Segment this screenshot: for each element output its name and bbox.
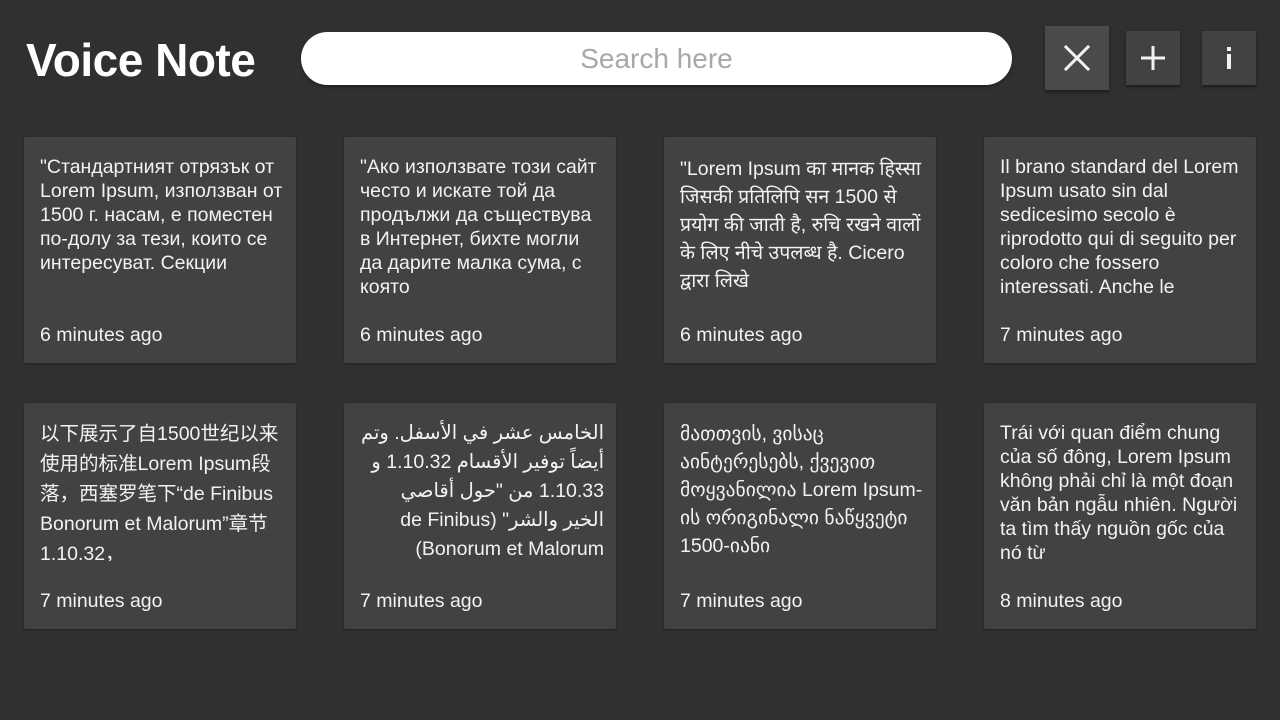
note-text: "Стандартният отрязък от Lorem Ipsum, из… (40, 156, 283, 274)
note-card[interactable]: "Стандартният отрязък от Lorem Ipsum, из… (24, 137, 296, 363)
note-card[interactable]: 以下展示了自1500世纪以来使用的标准Lorem Ipsum段落，西塞罗笔下“d… (24, 403, 296, 629)
note-card[interactable]: الخامس عشر في الأسفل. وتم أيضاً توفير ال… (344, 403, 616, 629)
close-button[interactable] (1045, 26, 1109, 90)
info-icon (1227, 47, 1231, 69)
note-card[interactable]: "Lorem Ipsum का मानक हिस्सा जिसकी प्रतिल… (664, 137, 936, 363)
note-text: "Ако използвате този сайт често и искате… (360, 156, 597, 297)
note-card[interactable]: მათთვის, ვისაც აინტერესებს, ქვევით მოყვა… (664, 403, 936, 629)
search-input[interactable] (301, 32, 1012, 85)
note-card[interactable]: "Ако използвате този сайт често и искате… (344, 137, 616, 363)
app-title: Voice Note (26, 34, 256, 86)
note-timestamp: 8 minutes ago (1000, 590, 1123, 612)
info-button[interactable] (1202, 31, 1256, 85)
note-timestamp: 7 minutes ago (1000, 324, 1123, 346)
note-timestamp: 7 minutes ago (680, 590, 803, 612)
note-text: الخامس عشر في الأسفل. وتم أيضاً توفير ال… (361, 422, 604, 560)
note-text: მათთვის, ვისაც აინტერესებს, ქვევით მოყვა… (680, 423, 923, 557)
note-card[interactable]: Trái với quan điểm chung của số đông, Lo… (984, 403, 1256, 629)
close-icon (1064, 45, 1090, 71)
note-timestamp: 7 minutes ago (40, 590, 163, 612)
note-timestamp: 7 minutes ago (360, 590, 483, 612)
note-card[interactable]: Il brano standard del Lorem Ipsum usato … (984, 137, 1256, 363)
note-text: 以下展示了自1500世纪以来使用的标准Lorem Ipsum段落，西塞罗笔下“d… (40, 423, 279, 561)
note-text: "Lorem Ipsum का मानक हिस्सा जिसकी प्रतिल… (680, 158, 921, 292)
app-root: Voice Note "Стандартният отрязък от Lore… (0, 0, 1280, 720)
note-text: Il brano standard del Lorem Ipsum usato … (1000, 156, 1239, 297)
note-timestamp: 6 minutes ago (40, 324, 163, 346)
note-timestamp: 6 minutes ago (680, 324, 803, 346)
note-timestamp: 6 minutes ago (360, 324, 483, 346)
plus-icon (1141, 46, 1165, 70)
add-note-button[interactable] (1126, 31, 1180, 85)
note-text: Trái với quan điểm chung của số đông, Lo… (1000, 422, 1238, 563)
